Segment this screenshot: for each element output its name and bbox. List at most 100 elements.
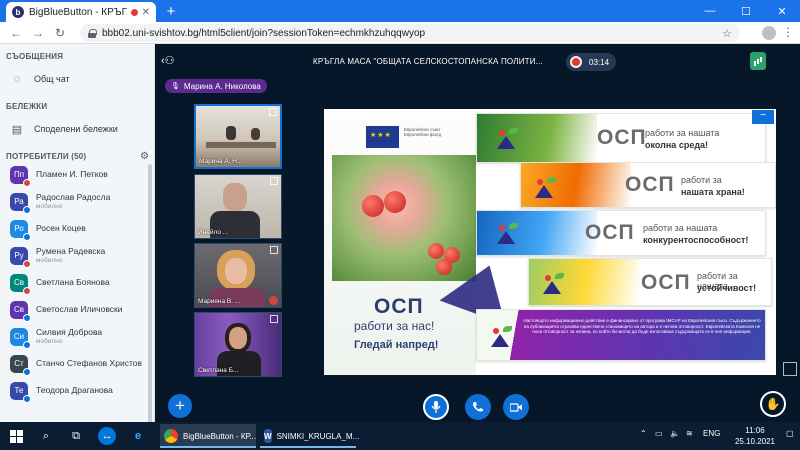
webcam-video[interactable]: Инейло ... <box>194 174 282 239</box>
chrome-icon <box>164 429 178 443</box>
forward-button[interactable]: → <box>30 25 46 41</box>
user-info: Румена Радевска мобилно <box>36 245 106 265</box>
word-app-label: SNIMKI_KRUGLA_M... <box>276 431 360 441</box>
chat-icon: ◌ <box>13 73 21 85</box>
muted-status-icon <box>23 286 31 295</box>
minimize-window-button[interactable]: — <box>692 0 728 22</box>
slide-band: ОСП работи за нашата устойчивост! <box>528 258 772 306</box>
search-icon[interactable]: ⌕ <box>38 428 54 444</box>
share-webcam-button[interactable] <box>503 394 529 420</box>
user-info: Росен Коцев <box>36 224 86 233</box>
browser-tab-strip: b BigBlueButton - КРЪГЛА МА ✕ + — ☐ ✕ <box>0 0 800 22</box>
user-list-item[interactable]: Ро Росен Коцев <box>0 216 150 241</box>
avatar-initials: Те <box>14 386 24 395</box>
webcam-username: Светлана Б... <box>198 367 239 374</box>
audio-status-icon <box>23 205 31 214</box>
apple-shape <box>384 191 406 213</box>
user-list-scrollbar[interactable] <box>148 164 152 422</box>
shared-notes-item[interactable]: ▤ Споделени бележки <box>0 118 154 140</box>
hand-icon: ✋ <box>765 397 781 411</box>
osp-star-icon <box>535 185 553 198</box>
url-text: bbb02.uni-svishtov.bg/html5client/join?s… <box>102 27 426 39</box>
user-list-item[interactable]: Ст Станчо Стефанов Христов <box>0 351 150 376</box>
bookmark-star-icon[interactable]: ☆ <box>722 27 732 40</box>
notes-section-title: БЕЛЕЖКИ <box>6 102 48 111</box>
windows-start-icon[interactable] <box>8 428 24 444</box>
reload-button[interactable]: ↻ <box>52 25 68 41</box>
audio-status-icon <box>23 313 31 322</box>
avatar-initials: Ст <box>14 359 24 368</box>
maximize-window-button[interactable]: ☐ <box>728 0 764 22</box>
leave-audio-button[interactable] <box>465 394 491 420</box>
user-list-item[interactable]: Св Светлана Боянова <box>0 270 150 295</box>
user-list-item[interactable]: Ра Радослав Радосла мобилно <box>0 189 150 214</box>
person-figure <box>251 128 260 140</box>
band-color-stripe <box>477 114 597 162</box>
microphone-toggle-button[interactable] <box>423 394 449 420</box>
toggle-userlist-icon[interactable]: ‹⚇ <box>161 54 175 67</box>
slide-tagline: работи за нас! <box>354 319 435 333</box>
fullscreen-icon[interactable] <box>270 246 278 254</box>
microphone-icon <box>431 401 441 413</box>
user-avatar: Те <box>10 381 31 403</box>
user-list-item[interactable]: Те Теодора Драганова <box>0 378 150 403</box>
profile-avatar[interactable] <box>762 26 776 40</box>
recording-indicator-icon <box>130 8 138 16</box>
fullscreen-icon[interactable] <box>270 177 278 185</box>
teamviewer-icon[interactable]: ↔ <box>98 427 116 445</box>
notifications-icon[interactable]: ▢ <box>786 429 794 438</box>
raise-hand-button[interactable]: ✋ <box>760 391 786 417</box>
taskbar-word-app[interactable]: W SNIMKI_KRUGLA_M... <box>260 424 359 448</box>
browser-menu-icon[interactable]: ⋮ <box>782 25 794 39</box>
recording-status[interactable]: 03:14 <box>566 53 616 71</box>
tab-close-icon[interactable]: ✕ <box>142 7 150 18</box>
url-input[interactable]: bbb02.uni-svishtov.bg/html5client/join?s… <box>80 24 740 42</box>
back-button[interactable]: ← <box>8 25 24 41</box>
slide-band-disclaimer: Настоящото информационно действие е фина… <box>476 309 766 361</box>
edge-browser-icon[interactable]: e <box>130 428 146 444</box>
audio-status-icon <box>23 367 31 376</box>
wifi-icon[interactable]: ≋ <box>686 429 693 438</box>
user-list-item[interactable]: Пп Пламен И. Петков <box>0 162 150 187</box>
user-list-item[interactable]: Св Светослав Иличовски <box>0 297 150 322</box>
new-tab-button[interactable]: + <box>163 3 179 20</box>
volume-icon[interactable]: 🔈 <box>670 429 680 438</box>
eu-caption: Европейски съюз · Европейски фонд <box>404 127 444 137</box>
muted-status-icon <box>23 178 31 187</box>
network-icon[interactable]: ▭ <box>655 429 663 438</box>
video-camera-icon <box>510 403 522 412</box>
fullscreen-presentation-icon[interactable] <box>783 362 797 376</box>
user-settings-gear-icon[interactable]: ⚙ <box>140 151 149 162</box>
fullscreen-icon[interactable] <box>269 108 277 116</box>
user-avatar: Ру <box>10 246 31 268</box>
close-window-button[interactable]: ✕ <box>764 0 800 22</box>
user-name: Светослав Иличовски <box>36 304 123 314</box>
user-avatar: Ст <box>10 354 31 376</box>
tab-title: BigBlueButton - КРЪГЛА МА <box>29 6 127 18</box>
minimize-presentation-button[interactable]: − <box>752 110 774 124</box>
taskbar-chrome-app[interactable]: BigBlueButton - КР... <box>160 424 256 448</box>
muted-mic-icon <box>269 296 278 305</box>
connection-status-icon[interactable] <box>750 52 766 70</box>
browser-tab[interactable]: b BigBlueButton - КРЪГЛА МА ✕ <box>6 2 156 22</box>
tray-chevron-icon[interactable]: ⌃ <box>640 429 647 438</box>
avatar-initials: Св <box>13 305 25 314</box>
user-list-item[interactable]: Ру Румена Радевска мобилно <box>0 243 150 268</box>
task-view-icon[interactable]: ⧉ <box>68 428 84 444</box>
taskbar-clock[interactable]: 11:06 25.10.2021 <box>730 425 780 447</box>
messages-section-title: СЪОБЩЕНИЯ <box>6 52 64 61</box>
slide-band: ОСП работи за нашата храна! <box>520 162 776 208</box>
input-language[interactable]: ENG <box>703 429 720 438</box>
table-shape <box>206 142 276 148</box>
avatar-initials: Си <box>13 332 25 341</box>
user-name: Румена Радевска <box>36 245 106 256</box>
fullscreen-icon[interactable] <box>270 315 278 323</box>
user-list-item[interactable]: Си Силвия Доброва мобилно <box>0 324 150 349</box>
osp-star-icon <box>491 334 509 347</box>
webcam-video[interactable]: Марияна В. ... <box>194 243 282 308</box>
actions-plus-button[interactable]: + <box>168 394 192 418</box>
webcam-video[interactable]: Марина А. Н... <box>194 104 282 169</box>
public-chat-item[interactable]: ◌ Общ чат <box>0 68 154 90</box>
presentation-slide: Европейски съюз · Европейски фонд ОСП ра… <box>324 109 776 375</box>
webcam-video[interactable]: Светлана Б... <box>194 312 282 377</box>
